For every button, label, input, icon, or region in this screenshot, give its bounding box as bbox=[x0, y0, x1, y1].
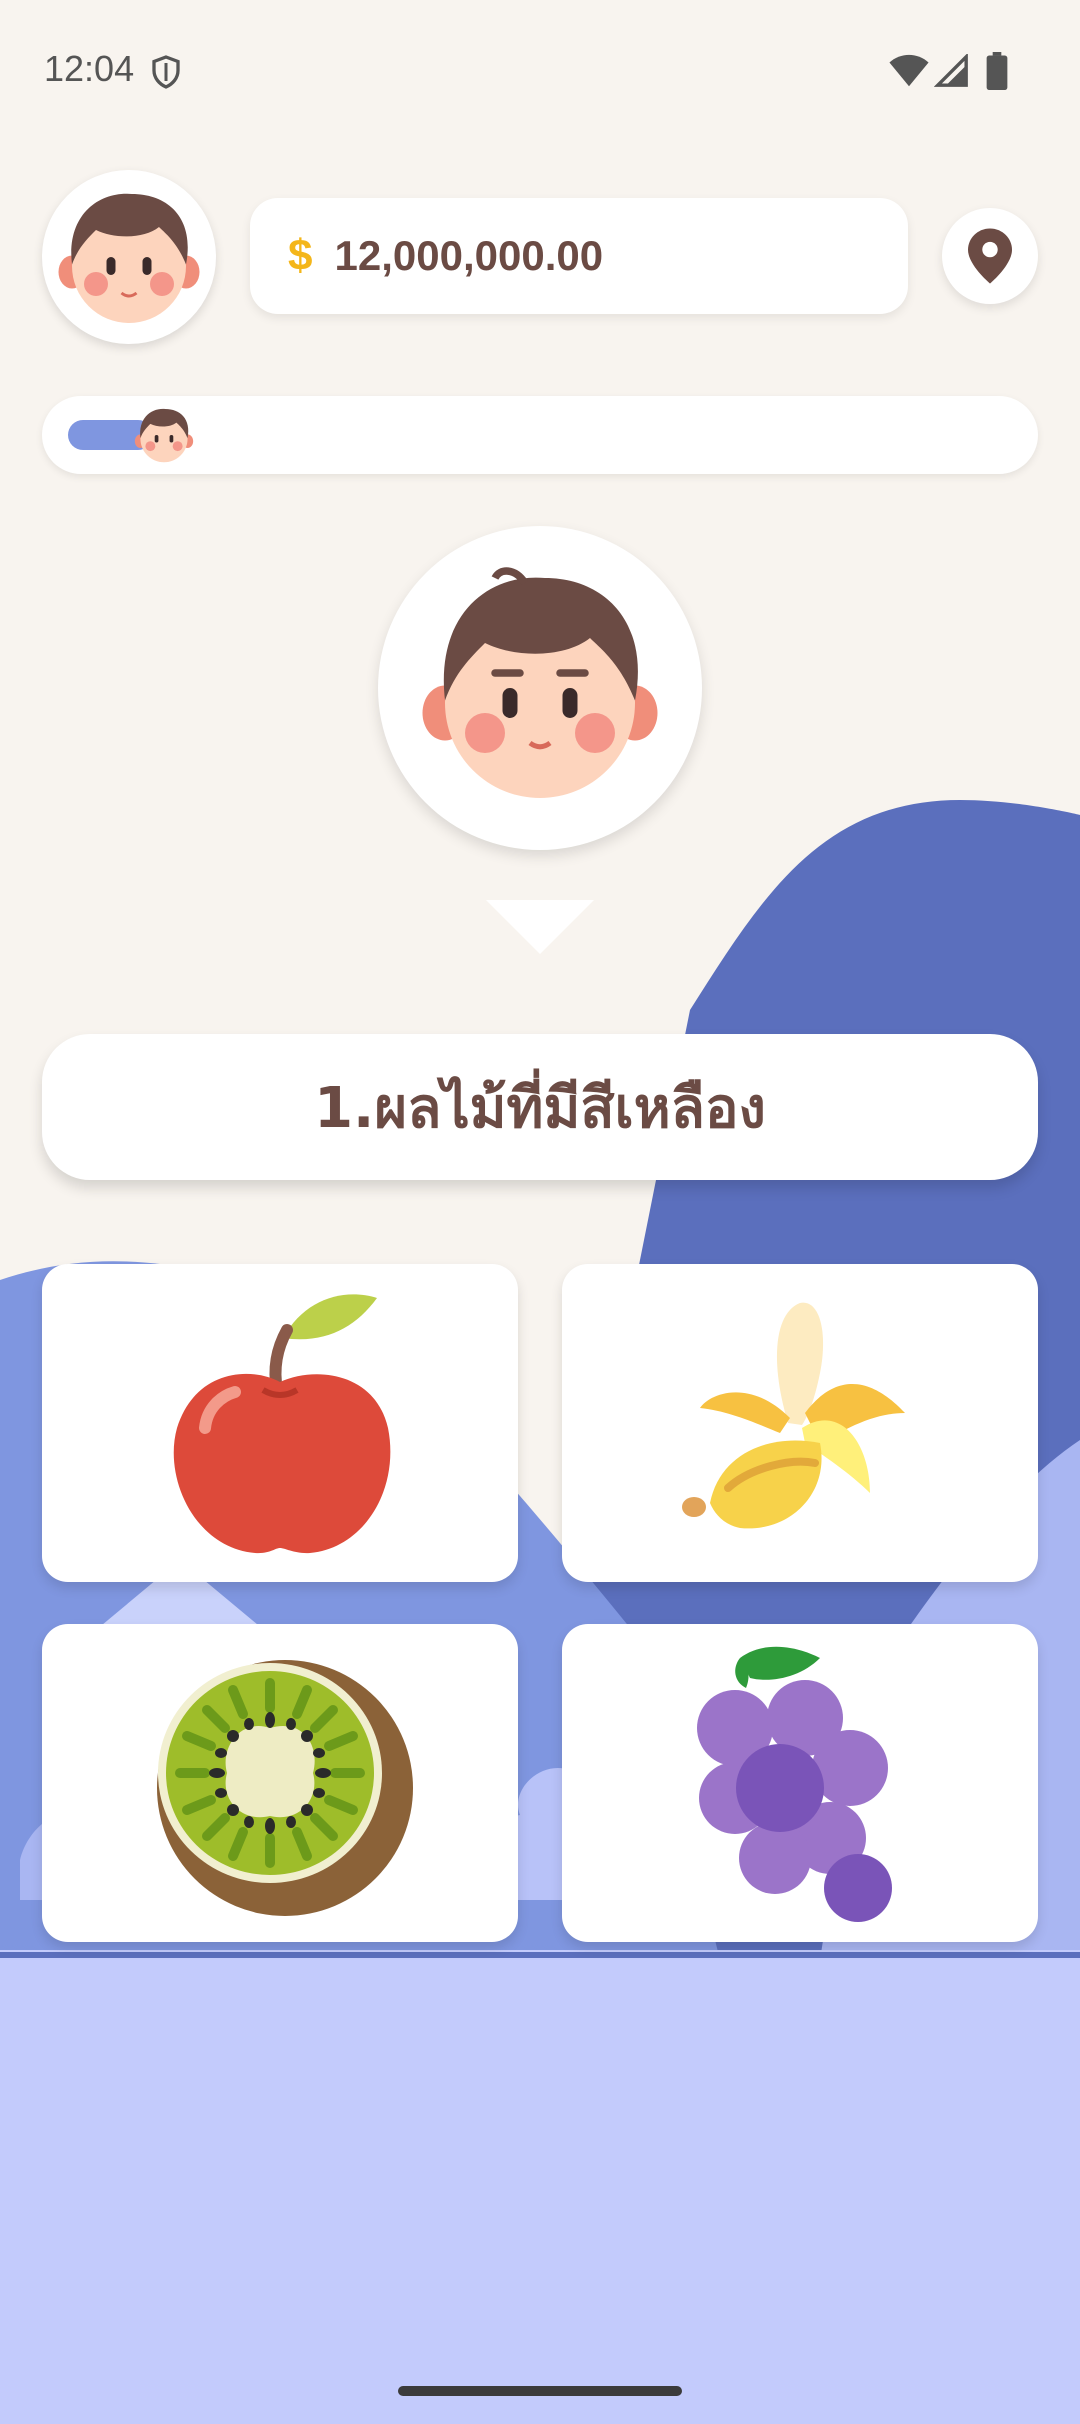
location-button[interactable] bbox=[942, 208, 1038, 304]
wifi-icon bbox=[889, 54, 929, 87]
profile-avatar[interactable] bbox=[42, 170, 216, 344]
boy-face-icon bbox=[422, 567, 658, 798]
character-avatar bbox=[378, 526, 702, 850]
choice-banana[interactable] bbox=[562, 1264, 1038, 1582]
balance-card: $ 12,000,000.00 bbox=[250, 198, 908, 314]
shield-icon bbox=[152, 55, 180, 89]
balance-amount: 12,000,000.00 bbox=[334, 232, 604, 279]
choice-kiwi[interactable] bbox=[42, 1624, 518, 1942]
status-time: 12:04 bbox=[44, 48, 135, 89]
map-pin-icon bbox=[968, 228, 1012, 284]
question-card: 1.ผลไม้ที่มีสีเหลือง bbox=[42, 1034, 1038, 1180]
background-scenery bbox=[0, 800, 1080, 2424]
grapes-icon bbox=[697, 1646, 892, 1922]
home-indicator[interactable] bbox=[398, 2386, 682, 2396]
choice-grapes[interactable] bbox=[562, 1624, 1038, 1942]
level-progress-bar bbox=[42, 396, 1038, 474]
choice-apple[interactable] bbox=[42, 1264, 518, 1582]
apple-icon bbox=[173, 1294, 391, 1554]
progress-avatar-icon bbox=[134, 408, 194, 463]
cell-signal-icon bbox=[934, 54, 968, 87]
kiwi-icon bbox=[157, 1660, 413, 1916]
speech-pointer bbox=[486, 900, 594, 954]
banana-icon bbox=[682, 1302, 905, 1529]
status-bar: 12:04 bbox=[0, 0, 1080, 140]
dollar-icon: $ bbox=[288, 231, 313, 280]
question-text: 1.ผลไม้ที่มีสีเหลือง bbox=[314, 1075, 766, 1141]
battery-icon bbox=[986, 52, 1008, 90]
boy-face-icon bbox=[58, 193, 200, 323]
